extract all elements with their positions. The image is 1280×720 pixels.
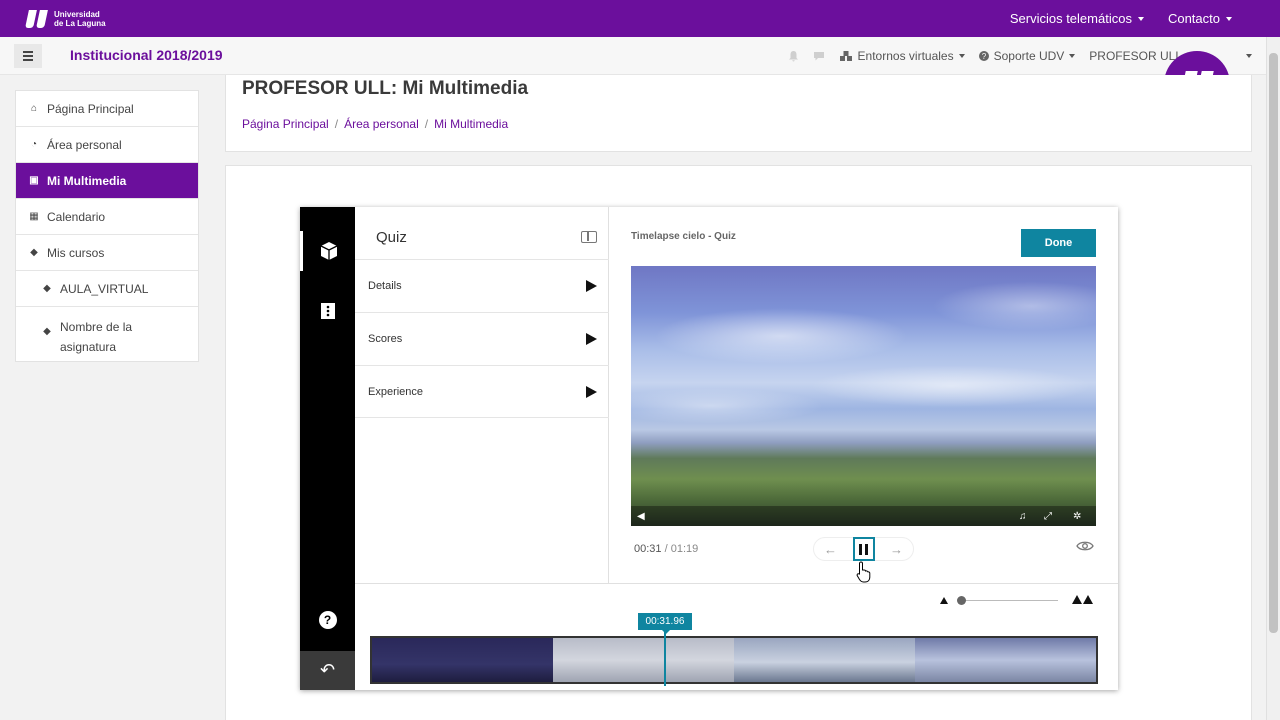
breadcrumb: Página Principal / Área personal / Mi Mu…	[242, 117, 509, 131]
preview-area: Timelapse cielo - Quiz Done ◀ ♫ ⤢ ✲ 00:3…	[610, 207, 1118, 583]
graduation-cap-icon: ◆	[43, 326, 51, 337]
question-circle-icon: ?	[978, 51, 989, 61]
playhead-handle[interactable]	[664, 630, 666, 686]
page-scrollbar[interactable]	[1266, 37, 1280, 720]
page-title: PROFESOR ULL: Mi Multimedia	[242, 78, 529, 99]
volume-icon[interactable]: ◀	[637, 511, 645, 522]
site-title[interactable]: Institucional 2018/2019	[70, 47, 223, 63]
navbar: Institucional 2018/2019 Entornos virtual…	[0, 37, 1266, 75]
brand-line-1: Universidad	[54, 9, 100, 19]
ull-logo-icon	[25, 9, 48, 28]
eye-icon[interactable]	[1076, 540, 1094, 552]
playhead-time: 00:31.96	[638, 613, 692, 634]
virtual-envs-menu[interactable]: Entornos virtuales	[839, 49, 965, 63]
done-button[interactable]: Done	[1021, 229, 1096, 257]
timeline-frame	[734, 638, 915, 682]
play-triangle-icon	[586, 333, 597, 345]
current-time: 00:31	[634, 543, 662, 555]
play-triangle-icon	[586, 385, 597, 398]
timeline-filmstrip[interactable]	[370, 636, 1098, 684]
sidebar: ⌂ Página Principal ◔ Área personal ▣ Mi …	[15, 90, 199, 362]
top-nav: Servicios telemáticos Contacto	[1010, 0, 1232, 37]
timeline: 00:31.96	[355, 583, 1118, 690]
zoom-in-icon[interactable]	[1072, 595, 1093, 604]
pause-button[interactable]	[852, 537, 875, 561]
university-logo[interactable]: Universidad de La Laguna	[25, 9, 106, 28]
sidebar-item-course-name[interactable]: ◆ Nombre de la asignatura	[16, 307, 198, 361]
prev-arrow-icon[interactable]: ←	[824, 542, 837, 557]
sidebar-item-my-courses[interactable]: ◆ Mis cursos	[16, 235, 198, 271]
help-button[interactable]: ?	[300, 600, 355, 640]
sidebar-item-home[interactable]: ⌂ Página Principal	[16, 91, 198, 127]
caret-down-icon	[1069, 54, 1076, 58]
video-control-bar: ◀ ♫ ⤢ ✲	[631, 506, 1096, 526]
calendar-icon: ▦	[29, 211, 39, 222]
breadcrumb-home[interactable]: Página Principal	[242, 117, 329, 131]
svg-text:?: ?	[981, 52, 986, 61]
questions-tool-button[interactable]	[300, 291, 355, 331]
list-icon	[320, 303, 335, 319]
contact-menu[interactable]: Contacto	[1168, 11, 1232, 26]
user-menu[interactable]: PROFESOR ULL	[1089, 49, 1182, 63]
panel-row-details[interactable]: Details	[355, 259, 609, 312]
total-time: 01:19	[670, 543, 699, 555]
settings-icon[interactable]: ✲	[1073, 511, 1081, 522]
scrollbar-thumb[interactable]	[1269, 53, 1278, 633]
playback-controls: ← →	[813, 537, 914, 561]
caret-down-icon	[1137, 16, 1144, 21]
fullscreen-icon[interactable]: ⤢	[1044, 511, 1052, 522]
panel-toggle-icon[interactable]	[581, 231, 597, 243]
music-icon[interactable]: ♫	[1019, 511, 1027, 522]
top-brand-bar: Universidad de La Laguna Servicios telem…	[0, 0, 1280, 37]
sidebar-item-dashboard[interactable]: ◔ Área personal	[16, 127, 198, 163]
sidebar-item-multimedia[interactable]: ▣ Mi Multimedia	[16, 163, 198, 199]
menu-toggle-button[interactable]	[14, 44, 42, 68]
quiz-editor: ? ↶ Quiz Details Scores Experience Timel…	[300, 207, 1118, 690]
play-triangle-icon	[586, 280, 597, 292]
caret-down-icon	[1226, 16, 1232, 21]
zoom-slider-handle[interactable]	[957, 596, 966, 605]
cubes-icon	[839, 51, 852, 61]
help-icon: ?	[318, 611, 337, 629]
preview-title: Timelapse cielo - Quiz	[631, 231, 736, 242]
support-menu[interactable]: ? Soporte UDV	[978, 49, 1076, 63]
cube-tool-button[interactable]	[300, 231, 355, 271]
zoom-out-icon[interactable]	[940, 597, 948, 604]
sidebar-item-aula-virtual[interactable]: ◆ AULA_VIRTUAL	[16, 271, 198, 307]
dashboard-icon: ◔	[30, 139, 38, 150]
timeline-frame	[915, 638, 1096, 682]
caret-down-icon	[958, 54, 965, 58]
bell-icon[interactable]	[788, 50, 799, 62]
graduation-cap-icon: ◆	[43, 283, 51, 294]
time-display: 00:31 / 01:19	[634, 543, 699, 555]
panel-row-experience[interactable]: Experience	[355, 365, 609, 418]
user-menu-caret-icon[interactable]	[1246, 54, 1252, 58]
timeline-frame	[553, 638, 734, 682]
cube-icon	[320, 242, 338, 260]
services-menu[interactable]: Servicios telemáticos	[1010, 11, 1144, 26]
panel-title: Quiz	[376, 229, 407, 246]
page-header: PROFESOR ULL: Mi Multimedia Página Princ…	[225, 75, 1252, 152]
next-arrow-icon[interactable]: →	[890, 542, 903, 557]
timeline-frame	[372, 638, 553, 682]
editor-rail: ? ↶	[300, 207, 355, 690]
video-player[interactable]: ◀ ♫ ⤢ ✲	[631, 266, 1096, 526]
breadcrumb-multimedia[interactable]: Mi Multimedia	[434, 117, 508, 131]
sidebar-item-calendar[interactable]: ▦ Calendario	[16, 199, 198, 235]
panel-row-scores[interactable]: Scores	[355, 312, 609, 365]
hand-cursor-icon	[856, 561, 871, 583]
breadcrumb-dashboard[interactable]: Área personal	[344, 117, 419, 131]
zoom-slider-track[interactable]	[958, 600, 1058, 601]
chat-icon[interactable]	[813, 51, 825, 62]
brand-line-2: de La Laguna	[54, 18, 106, 28]
multimedia-icon: ▣	[29, 175, 39, 186]
settings-panel: Quiz Details Scores Experience	[355, 207, 609, 583]
graduation-cap-icon: ◆	[30, 247, 38, 258]
home-icon: ⌂	[30, 103, 38, 114]
back-button[interactable]: ↶	[300, 651, 355, 690]
undo-arrow-icon: ↶	[319, 660, 336, 680]
